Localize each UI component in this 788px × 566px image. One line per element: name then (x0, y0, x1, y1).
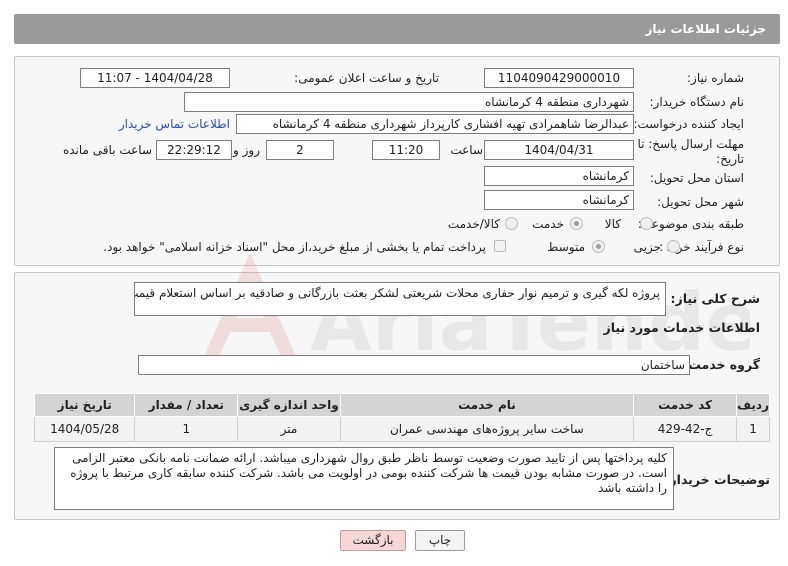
deadline-label-2: تاریخ: (716, 152, 744, 166)
category-option-goods-service: کالا/خدمت (447, 217, 500, 231)
category-radio-goods-service[interactable] (505, 217, 518, 230)
remaining-days-label: روز و (233, 143, 260, 157)
remaining-time-field: 22:29:12 (156, 140, 232, 160)
cell-unit: متر (237, 416, 341, 442)
category-radio-service[interactable] (570, 217, 583, 230)
process-radio-minor[interactable] (667, 240, 680, 253)
services-table-header: ردیف کد خدمت نام خدمت واحد اندازه گیری ت… (33, 393, 770, 417)
cell-quantity: 1 (134, 416, 239, 442)
back-button[interactable]: بازگشت (340, 530, 406, 551)
cell-row: 1 (736, 416, 770, 442)
process-option-minor: جزیی (633, 240, 661, 254)
col-service-code: کد خدمت (633, 393, 738, 417)
print-button[interactable]: چاپ (415, 530, 465, 551)
deadline-label-1: مهلت ارسال پاسخ: تا (637, 137, 744, 151)
service-group-field: ساختمان (138, 355, 690, 375)
page-title-bar: جزئیات اطلاعات نیاز (14, 14, 780, 44)
category-option-goods: کالا (604, 217, 621, 231)
cell-service-name: ساخت سایر پروژه‌های مهندسی عمران (339, 416, 635, 442)
announce-datetime-field: 1404/04/28 - 11:07 (80, 68, 230, 88)
treasury-payment-note: پرداخت تمام یا بخشی از مبلغ خرید،از محل … (103, 240, 486, 254)
services-table: ردیف کد خدمت نام خدمت واحد اندازه گیری ت… (33, 393, 770, 442)
services-section-title: اطلاعات خدمات مورد نیاز (603, 320, 761, 335)
col-unit: واحد اندازه گیری (237, 393, 341, 417)
buyer-notes-label: توضیحات خریدار: (664, 472, 770, 487)
category-radio-goods[interactable] (640, 217, 653, 230)
cell-service-code: ج-42-429 (633, 416, 738, 442)
deadline-time-field: 11:20 (372, 140, 440, 160)
need-number-field: 1104090429000010 (484, 68, 634, 88)
process-radio-medium[interactable] (592, 240, 605, 253)
requester-field: عبدالرضا شاهمرادی تهیه افشاری کارپرداز ش… (236, 114, 634, 134)
remaining-time-label: ساعت باقی مانده (62, 143, 152, 157)
deadline-date-field: 1404/04/31 (484, 140, 634, 160)
service-group-label: گروه خدمت: (683, 357, 760, 372)
page-title: جزئیات اطلاعات نیاز (645, 22, 766, 36)
buyer-name-label: نام دستگاه خریدار: (649, 95, 745, 109)
col-service-name: نام خدمت (339, 393, 635, 417)
delivery-city-label: شهر محل تحویل: (657, 195, 744, 209)
summary-field: پروژه لکه گیری و ترمیم نوار حفاری محلات … (134, 282, 666, 316)
col-row: ردیف (736, 393, 770, 417)
need-number-label: شماره نیاز: (687, 71, 744, 85)
col-need-date: تاریخ نیاز (33, 393, 136, 417)
buyer-name-field: شهرداری منطقه 4 کرمانشاه (184, 92, 634, 112)
requester-label: ایجاد کننده درخواست: (633, 117, 744, 131)
delivery-province-label: استان محل تحویل: (649, 171, 744, 185)
buyer-notes-field: کلیه پرداختها پس از تایید صورت وضعیت توس… (54, 447, 674, 510)
remaining-days-field: 2 (266, 140, 334, 160)
col-quantity: تعداد / مقدار (134, 393, 239, 417)
cell-need-date: 1404/05/28 (33, 416, 136, 442)
table-row: 1 ج-42-429 ساخت سایر پروژه‌های مهندسی عم… (33, 416, 770, 442)
buyer-contact-link[interactable]: اطلاعات تماس خریدار (119, 117, 230, 131)
delivery-province-field: کرمانشاه (484, 166, 634, 186)
summary-label: شرح کلی نیاز: (670, 291, 760, 306)
deadline-time-label: ساعت (450, 143, 483, 157)
delivery-city-field: کرمانشاه (484, 190, 634, 210)
treasury-payment-checkbox[interactable] (494, 240, 506, 252)
announce-datetime-label: تاریخ و ساعت اعلان عمومی: (294, 71, 439, 85)
process-option-medium: متوسط (547, 240, 585, 254)
category-option-service: خدمت (532, 217, 564, 231)
category-label: طبقه بندی موضوعی: (637, 217, 744, 231)
